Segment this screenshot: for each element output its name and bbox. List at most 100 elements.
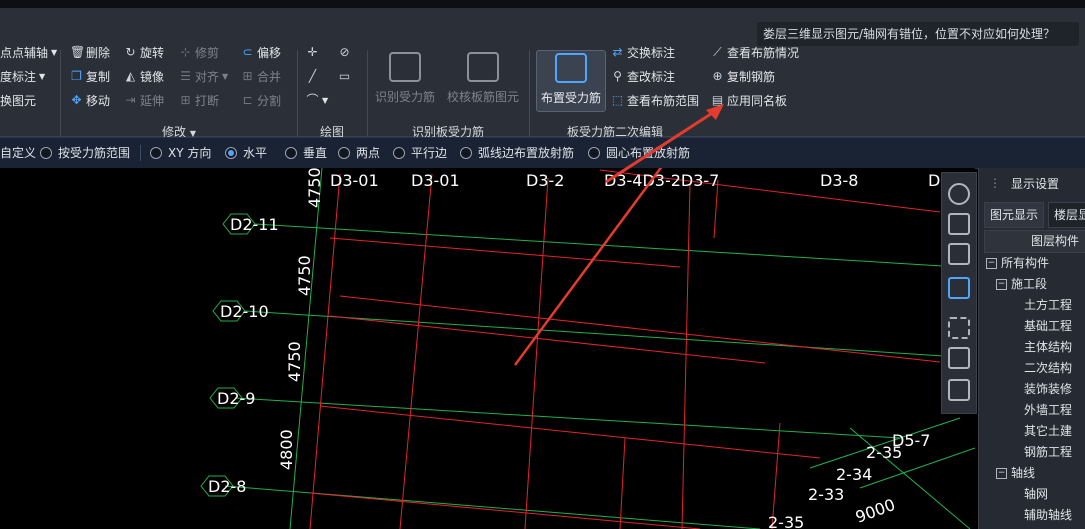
tree-item[interactable]: 基础工程 — [984, 316, 1085, 337]
ribbon-separator — [60, 50, 61, 140]
annotation-arrow-shaft — [605, 106, 721, 184]
tree-item-label: 施工段 — [1011, 277, 1048, 291]
beam-line — [309, 492, 701, 529]
annotation-arrow-head — [605, 104, 724, 184]
dimension-text: 4750 — [295, 255, 314, 296]
cmd-swap-element[interactable]: 换图元 — [0, 90, 36, 110]
drag-handle-icon[interactable]: ⋮ — [989, 176, 1001, 190]
option-custom[interactable]: 自定义 — [0, 144, 36, 161]
isolate-view-icon[interactable] — [948, 347, 970, 369]
axis-label-top: D — [928, 171, 940, 190]
radio-selected-icon — [225, 146, 237, 159]
tree-item[interactable]: 其它土建 — [984, 421, 1085, 442]
collapse-icon[interactable]: − — [996, 468, 1007, 479]
tree-item[interactable]: 钢筋工程 — [984, 442, 1085, 463]
tree-item[interactable]: − 轴线 — [984, 463, 1085, 484]
panel-tabs: 图元显示 楼层显 — [984, 202, 1085, 228]
dimension-text: 4750 — [285, 341, 304, 382]
option-parallel-label: 平行边 — [411, 146, 448, 160]
tree-item-label: 二次结构 — [1024, 361, 1073, 375]
option-vertical[interactable]: 垂直 — [285, 144, 327, 161]
tree-item[interactable]: 土方工程 — [984, 295, 1085, 316]
option-xy[interactable]: XY 方向 — [150, 144, 211, 161]
tree-column-header: 图层构件 — [984, 230, 1085, 253]
3d-view-icon[interactable] — [948, 213, 970, 235]
orbit-view-icon[interactable] — [948, 183, 970, 205]
collapse-icon[interactable]: − — [996, 279, 1007, 290]
beam-line — [619, 437, 626, 529]
help-text: 娄层三维显示图元/轴网有错位，位置不对应如何处理？ — [763, 27, 1056, 41]
tree-item[interactable]: 外墙工程 — [984, 400, 1085, 421]
title-bar — [0, 0, 1085, 8]
option-arc-radial[interactable]: 弧线边布置放射筋 — [460, 144, 574, 161]
tab-floor-display[interactable]: 楼层显 — [1048, 202, 1085, 228]
tree-item-label: 其它土建 — [1024, 424, 1073, 438]
beam-line — [319, 405, 821, 459]
tree-item-label: 主体结构 — [1024, 340, 1073, 354]
cmd-angle-mark[interactable]: 度标注 ▼ — [0, 66, 45, 86]
tree-item-label: 轴线 — [1011, 466, 1036, 480]
radio-icon — [285, 146, 297, 159]
radio-icon — [338, 146, 350, 159]
radio-icon — [40, 146, 52, 159]
cad-drawing: D3-01 D3-01 D3-2 D3-4D3-2D3-7 D3-8 D D2-… — [200, 168, 975, 529]
option-horizontal[interactable]: 水平 — [225, 144, 267, 161]
cmd-point-axis[interactable]: 点点辅轴 ▼ — [0, 42, 57, 62]
panel-header: ⋮ 显示设置 — [979, 168, 1085, 198]
axis-label-top: D3-01 — [411, 171, 460, 190]
cmd-point-axis-label: 点点辅轴 — [0, 45, 49, 60]
tab-element-display[interactable]: 图元显示 — [984, 202, 1045, 228]
dimension-text: 4800 — [277, 429, 296, 470]
option-by-range-label: 按受力筋范围 — [58, 146, 131, 160]
axis-label-bottom: 2-35 — [768, 513, 804, 529]
tree-item-label: 基础工程 — [1024, 319, 1073, 333]
beam-line — [339, 295, 941, 363]
grid-axis-line — [244, 310, 975, 359]
axis-label-left: D2-9 — [217, 389, 255, 408]
tree-item[interactable]: − 所有构件 — [984, 253, 1085, 274]
tree-item[interactable]: 二次结构 — [984, 358, 1085, 379]
dropdown-arrow-icon: ▼ — [39, 71, 46, 81]
tree-item-label: 轴网 — [1024, 487, 1049, 501]
axis-label-bottom: D5-7 — [892, 431, 930, 450]
axis-label-bottom: 2-33 — [808, 485, 844, 504]
layout-options-bar: 自定义 按受力筋范围 XY 方向 水平 垂直 两点 平行边 弧线边布置放射筋 圆… — [0, 137, 1085, 169]
tree-item[interactable]: 辅助轴线 — [984, 505, 1085, 526]
dimension-text: 9000 — [853, 495, 898, 527]
cube-active-view-icon[interactable] — [948, 277, 970, 299]
option-custom-label: 自定义 — [0, 146, 37, 160]
cmd-angle-mark-label: 度标注 — [0, 69, 37, 84]
tree-item-label: 钢筋工程 — [1024, 445, 1073, 459]
beam-line — [399, 173, 433, 529]
axis-label-bottom: 2-34 — [836, 465, 872, 484]
option-two-points-label: 两点 — [356, 146, 381, 160]
identify-group: 识别板受力筋 — [368, 48, 528, 142]
option-by-range[interactable]: 按受力筋范围 — [40, 144, 130, 161]
cad-drawing-canvas[interactable]: D3-01 D3-01 D3-2 D3-4D3-2D3-7 D3-8 D D2-… — [0, 168, 975, 529]
option-parallel[interactable]: 平行边 — [393, 144, 447, 161]
cube-view-icon[interactable] — [948, 243, 970, 265]
ribbon-toolbar: 娄层三维显示图元/轴网有错位，位置不对应如何处理？ 点点辅轴 ▼ 度标注 ▼ 换图元… — [0, 8, 1085, 140]
option-xy-label: XY 方向 — [168, 146, 212, 160]
tree-item[interactable]: − 施工段 — [984, 274, 1085, 295]
radio-icon — [393, 146, 405, 159]
cmd-swap-element-label: 换图元 — [0, 93, 37, 108]
tree-item-label: 外墙工程 — [1024, 403, 1073, 417]
layer-tree: 图层构件 − 所有构件 − 施工段 土方工程 基础工程 主体结构 二次结构 装饰装修… — [984, 230, 1085, 526]
tree-item[interactable]: 主体结构 — [984, 337, 1085, 358]
display-settings-panel: ⋮ 显示设置 图元显示 楼层显 图层构件 − 所有构件 − 施工段 土方工程 基础工… — [978, 168, 1085, 529]
option-two-points[interactable]: 两点 — [338, 144, 380, 161]
tree-item[interactable]: 装饰装修 — [984, 379, 1085, 400]
axis-label-left: D2-11 — [230, 215, 279, 234]
tree-item[interactable]: 轴网 — [984, 484, 1085, 505]
option-vertical-label: 垂直 — [303, 146, 328, 160]
beam-line — [524, 177, 549, 529]
fit-view-icon[interactable] — [948, 317, 970, 339]
dropdown-arrow-icon: ▼ — [51, 47, 58, 57]
element-list-icon[interactable] — [948, 379, 970, 401]
collapse-icon[interactable]: − — [986, 258, 997, 269]
axis-label-left: D2-8 — [208, 477, 246, 496]
beam-line — [681, 183, 691, 529]
help-search-box[interactable]: 娄层三维显示图元/轴网有错位，位置不对应如何处理？ — [757, 22, 1079, 46]
tree-item-label: 辅助轴线 — [1024, 508, 1073, 522]
